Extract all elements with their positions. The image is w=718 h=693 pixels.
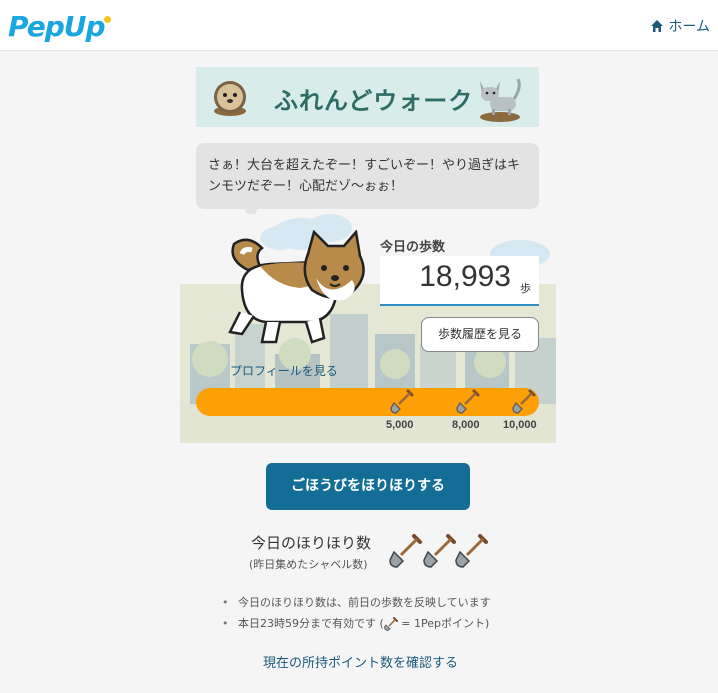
shovel-icon [456, 389, 480, 414]
banner-title: ふれんどウォーク [274, 87, 474, 115]
home-link[interactable]: ホーム [650, 16, 710, 36]
speech-bubble: さぁ！大台を超えたぞー！すごいぞー！やり過ぎはキンモツだぞー！心配だゾ〜ぉぉ！ [196, 143, 539, 209]
today-steps-label: 今日の歩数 [380, 240, 446, 255]
notes-list: 今日のほりほり数は、前日の歩数を反映しています 本日23時59分まで有効です (… [222, 592, 491, 634]
logo-text: PepUp [8, 10, 106, 43]
note-line-1: 今日のほりほり数は、前日の歩数を反映しています [238, 596, 491, 609]
shovel-icon [423, 534, 456, 568]
home-icon [651, 20, 664, 32]
milestone-10000-label: 10,000 [503, 419, 537, 431]
home-label: ホーム [668, 19, 710, 35]
note-line-2-suffix: = 1Pepポイント) [397, 617, 490, 630]
today-steps-value: 18,993 [419, 260, 511, 293]
check-points-link[interactable]: 現在の所持ポイント数を確認する [263, 652, 458, 671]
steps-progress-bar [196, 388, 539, 416]
shovel-icon [389, 534, 422, 568]
today-steps-box: 18,993 歩 [380, 256, 539, 306]
note-line-2-prefix: 本日23時59分まで有効です ( [238, 617, 384, 630]
shovel-icon [390, 389, 414, 414]
note-item: 本日23時59分まで有効です ( = 1Pepポイント) [222, 613, 491, 634]
dig-reward-button[interactable]: ごほうびをほりほりする [266, 463, 470, 510]
collected-shovels-icon [389, 534, 488, 568]
shovel-icon [455, 534, 488, 568]
note-item: 今日のほりほり数は、前日の歩数を反映しています [222, 592, 491, 613]
profile-link[interactable]: プロフィールを見る [230, 362, 338, 379]
friend-walk-banner: ふれんどウォーク [196, 67, 539, 127]
step-history-button[interactable]: 歩数履歴を見る [421, 317, 539, 352]
steps-unit: 歩 [520, 282, 531, 295]
shovel-icon [512, 389, 536, 414]
logo-dot [104, 16, 111, 23]
shovel-icon [383, 617, 398, 631]
app-header: PepUp ホーム [0, 0, 718, 51]
milestone-8000-label: 8,000 [452, 419, 480, 431]
shiba-dog-illustration [228, 230, 365, 344]
milestone-5000-label: 5,000 [386, 419, 414, 431]
cat-icon [480, 78, 521, 122]
hedgehog-icon [214, 81, 246, 116]
pepup-logo[interactable]: PepUp [8, 10, 111, 43]
dig-count-title: 今日のほりほり数 [251, 534, 372, 552]
dig-count-subtitle: (昨日集めたシャベル数) [249, 558, 368, 571]
